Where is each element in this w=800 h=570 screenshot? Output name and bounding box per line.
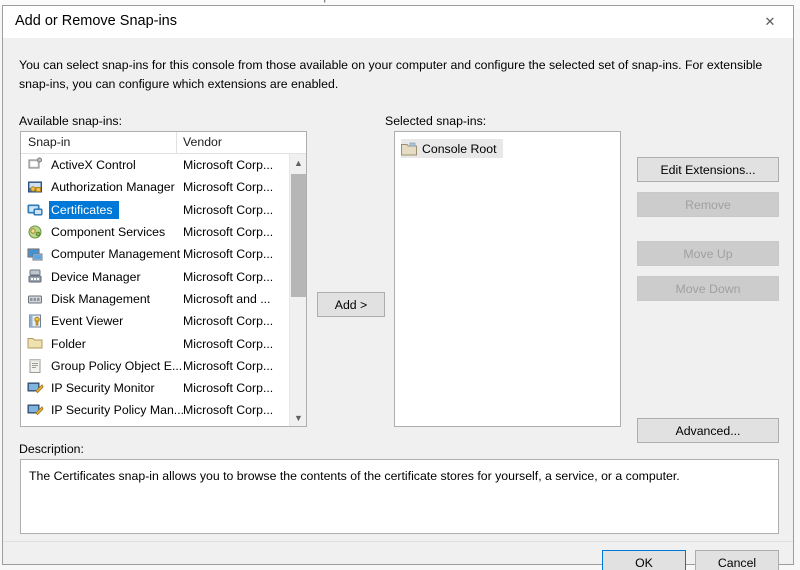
table-row[interactable]: Device Manager Microsoft Corp... <box>21 265 306 287</box>
description-label: Description: <box>19 442 84 456</box>
snapin-name: Link to Web Address <box>51 426 164 427</box>
add-or-remove-snapins-dialog: Add or Remove Snap-ins ✕ You can select … <box>2 5 794 565</box>
snapin-vendor: Microsoft Corp... <box>183 314 273 328</box>
folder-icon <box>401 142 417 156</box>
table-row[interactable]: Authorization Manager Microsoft Corp... <box>21 176 306 198</box>
column-header-vendor[interactable]: Vendor <box>183 135 222 149</box>
close-icon[interactable]: ✕ <box>747 6 793 37</box>
table-row[interactable]: Event Viewer Microsoft Corp... <box>21 310 306 332</box>
component-services-icon <box>27 224 44 240</box>
available-snapins-label: Available snap-ins: <box>19 114 122 128</box>
snapin-vendor: Microsoft Corp... <box>183 359 273 373</box>
snapin-name: IP Security Monitor <box>51 381 155 395</box>
move-down-button: Move Down <box>637 276 779 301</box>
table-row[interactable]: Link to Web Address Microsoft Corp... <box>21 422 306 427</box>
description-text: The Certificates snap-in allows you to b… <box>29 468 770 485</box>
snapin-vendor: Microsoft Corp... <box>183 426 273 427</box>
dialog-title: Add or Remove Snap-ins <box>15 13 177 29</box>
snapin-name: Disk Management <box>51 292 150 306</box>
move-up-button: Move Up <box>637 241 779 266</box>
selected-snapins-list[interactable]: Console Root <box>394 131 621 427</box>
ip-security-policy-icon <box>27 402 44 418</box>
device-manager-icon <box>27 268 44 284</box>
snapin-name: Group Policy Object E... <box>51 359 182 373</box>
snapin-vendor: Microsoft and ... <box>183 292 270 306</box>
table-row[interactable]: Folder Microsoft Corp... <box>21 332 306 354</box>
dialog-intro-text: You can select snap-ins for this console… <box>19 56 767 94</box>
snapin-vendor: Microsoft Corp... <box>183 381 273 395</box>
snapin-name: Authorization Manager <box>51 180 175 194</box>
snapin-name: IP Security Policy Man... <box>51 403 184 417</box>
dialog-body: You can select snap-ins for this console… <box>3 38 793 565</box>
event-viewer-icon <box>27 313 44 329</box>
add-button[interactable]: Add > <box>317 292 385 317</box>
table-row[interactable]: Group Policy Object E...Microsoft Corp..… <box>21 355 306 377</box>
available-list-scrollbar[interactable]: ▲ ▼ <box>289 154 306 426</box>
table-row[interactable]: Certificates Microsoft Corp... <box>21 199 306 221</box>
computer-management-icon <box>27 246 44 262</box>
footer-divider <box>3 541 793 542</box>
available-snapins-list[interactable]: Snap-in Vendor ActiveX Control Microsoft … <box>20 131 307 427</box>
snapin-name: Computer Management <box>51 247 180 261</box>
disk-management-icon <box>27 291 44 307</box>
activex-icon <box>27 157 44 173</box>
snapin-vendor: Microsoft Corp... <box>183 225 273 239</box>
table-row[interactable]: IP Security Policy Man...Microsoft Corp.… <box>21 399 306 421</box>
snapin-name: Certificates <box>48 203 116 217</box>
snapin-vendor: Microsoft Corp... <box>183 158 273 172</box>
screen: The snap-in restarts in this view Add or… <box>0 0 800 570</box>
scroll-down-icon[interactable]: ▼ <box>290 409 307 426</box>
edit-extensions-button[interactable]: Edit Extensions... <box>637 157 779 182</box>
table-row[interactable]: ActiveX Control Microsoft Corp... <box>21 154 306 176</box>
snapin-vendor: Microsoft Corp... <box>183 180 273 194</box>
snapin-vendor: Microsoft Corp... <box>183 203 273 217</box>
snapin-vendor: Microsoft Corp... <box>183 403 273 417</box>
snapin-vendor: Microsoft Corp... <box>183 337 273 351</box>
table-row[interactable]: Disk Management Microsoft and ... <box>21 288 306 310</box>
remove-button: Remove <box>637 192 779 217</box>
group-policy-icon <box>27 358 44 374</box>
column-divider <box>176 132 177 154</box>
table-row[interactable]: IP Security Monitor Microsoft Corp... <box>21 377 306 399</box>
table-row[interactable]: Component Services Microsoft Corp... <box>21 221 306 243</box>
snapin-name: ActiveX Control <box>51 158 136 172</box>
snapin-name: Component Services <box>51 225 165 239</box>
snapin-name: Event Viewer <box>51 314 123 328</box>
certificates-icon <box>27 202 44 218</box>
cancel-button[interactable]: Cancel <box>695 550 779 570</box>
snapin-name: Device Manager <box>51 270 141 284</box>
table-row[interactable]: Computer ManagementMicrosoft Corp... <box>21 243 306 265</box>
scrollbar-thumb[interactable] <box>291 174 306 297</box>
ok-button[interactable]: OK <box>602 550 686 570</box>
scroll-up-icon[interactable]: ▲ <box>290 154 307 171</box>
link-web-address-icon <box>27 425 44 427</box>
snapin-vendor: Microsoft Corp... <box>183 247 273 261</box>
selected-snapins-label: Selected snap-ins: <box>385 114 486 128</box>
description-box: The Certificates snap-in allows you to b… <box>20 459 779 534</box>
dialog-titlebar: Add or Remove Snap-ins ✕ <box>3 6 793 38</box>
folder-icon <box>27 335 44 351</box>
list-item[interactable]: Console Root <box>401 139 503 158</box>
advanced-button[interactable]: Advanced... <box>637 418 779 443</box>
authorization-manager-icon <box>27 179 44 195</box>
selected-item-label: Console Root <box>422 142 497 156</box>
background-clipped-text: The snap-in restarts in this view <box>280 0 449 3</box>
column-header-snapin[interactable]: Snap-in <box>28 135 70 149</box>
ip-security-monitor-icon <box>27 380 44 396</box>
available-rows: ActiveX ControlMicrosoft Corp...Authoriz… <box>21 154 306 427</box>
snapin-vendor: Microsoft Corp... <box>183 270 273 284</box>
snapin-name: Folder <box>51 337 86 351</box>
list-column-header: Snap-in Vendor <box>21 132 306 154</box>
